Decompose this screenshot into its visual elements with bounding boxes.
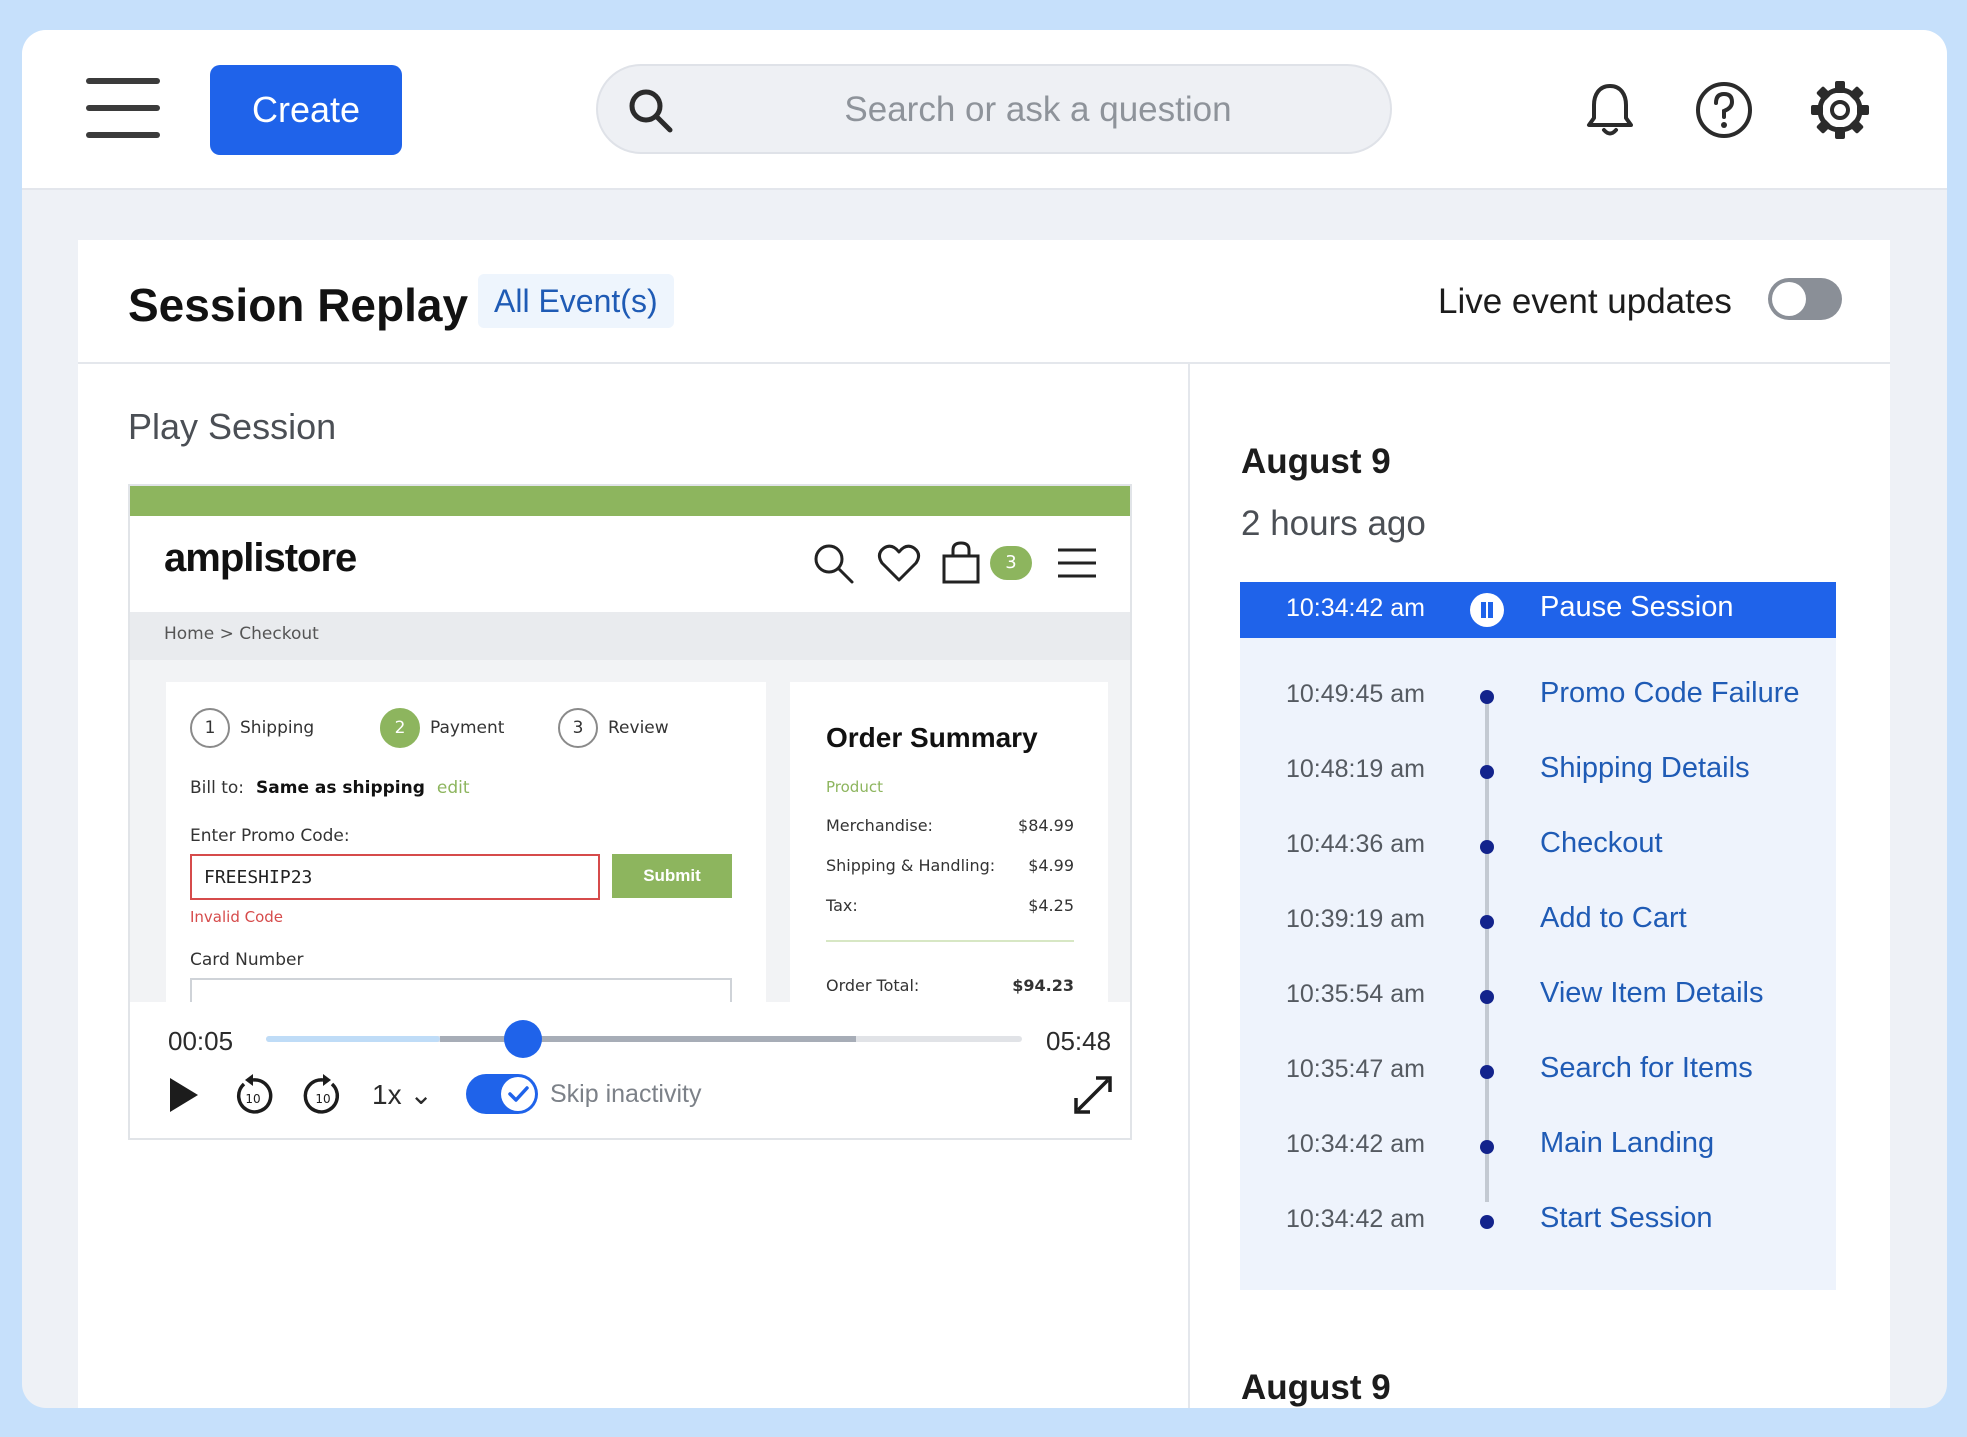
played-range [266,1036,440,1042]
rewind-10-icon[interactable]: 10 [230,1072,276,1118]
timeline-item[interactable]: 10:34:42 am Main Landing [1240,1118,1836,1174]
timeline-item[interactable]: 10:34:42 am Start Session [1240,1193,1836,1249]
search-input[interactable] [718,80,1358,140]
cart-count-badge: 3 [990,546,1032,580]
skip-inactivity-label: Skip inactivity [550,1080,702,1108]
total-time: 05:48 [1046,1026,1112,1056]
timeline-dot-icon [1480,990,1494,1004]
live-updates-toggle[interactable] [1768,278,1842,320]
breadcrumb: Home > Checkout [164,624,319,644]
checkout-panel: 1 Shipping 2 Payment 3 Review Bill to: Same … [166,682,766,1042]
promo-code-label: Enter Promo Code: [190,826,350,846]
session-player: amplistore 3 Home > Checkout 1 Shipping … [128,484,1132,1140]
promo-code-input [190,854,600,900]
page-title: Session Replay [128,279,469,331]
timeline-active-item[interactable]: 10:34:42 am Pause Session [1240,582,1836,638]
promo-submit-button: Submit [612,854,732,898]
order-summary-title: Order Summary [826,722,1038,753]
checkout-step: 2 Payment [380,708,504,748]
pause-icon [1470,593,1504,627]
timeline-item[interactable]: 10:48:19 am Shipping Details [1240,743,1836,799]
play-icon[interactable] [160,1072,206,1118]
checkout-step: 3 Review [558,708,669,748]
seek-handle[interactable] [504,1020,543,1058]
timeline-date: August 9 [1241,442,1391,481]
playback-speed-select[interactable]: 1x ⌄ [372,1078,433,1111]
timeline-item[interactable]: 10:35:47 am Search for Items [1240,1043,1836,1099]
timeline-item[interactable]: 10:49:45 am Promo Code Failure [1240,668,1836,724]
store-breadcrumb-bar: Home > Checkout [130,612,1130,660]
current-time: 00:05 [168,1026,234,1056]
order-summary-panel: Order Summary Product Merchandise: $84.99… [790,682,1108,1042]
store-search-icon [814,544,854,584]
heart-icon [877,544,921,582]
gear-icon[interactable] [1808,78,1872,142]
timeline-dot-icon [1480,915,1494,929]
check-icon [501,1077,535,1111]
invalid-code-error: Invalid Code [190,908,284,926]
play-session-label: Play Session [128,406,337,447]
checkout-view: 1 Shipping 2 Payment 3 Review Bill to: Same … [130,660,1130,1042]
summary-row: Tax: $4.25 [826,896,1074,915]
column-divider [1188,364,1190,1408]
skip-inactivity-toggle[interactable] [466,1074,538,1114]
summary-row: Shipping & Handling: $4.99 [826,856,1074,875]
forward-10-icon[interactable]: 10 [300,1072,346,1118]
summary-row: Merchandise: $84.99 [826,816,1074,835]
card-number-label: Card Number [190,950,304,970]
store-menu-icon [1058,548,1096,578]
store-banner [130,486,1130,516]
timeline-item[interactable]: 10:39:19 am Add to Cart [1240,893,1836,949]
timeline-dot-icon [1480,1215,1494,1229]
create-button[interactable]: Create [210,65,402,155]
player-controls: 00:05 05:48 10 10 1x ⌄ Skip inactivity [130,1002,1130,1138]
shopping-bag-icon [942,541,980,584]
card-header: Session Replay All Event(s) Live event u… [78,240,1890,364]
all-events-tag[interactable]: All Event(s) [478,274,674,328]
svg-text:10: 10 [315,1092,330,1106]
session-replay-card: Session Replay All Event(s) Live event u… [78,240,1890,1408]
fullscreen-icon[interactable] [1070,1072,1116,1118]
timeline-dot-icon [1480,840,1494,854]
search-bar[interactable] [596,64,1392,154]
timeline-dot-icon [1480,690,1494,704]
svg-text:10: 10 [245,1092,260,1106]
order-summary-subtitle: Product [826,778,883,796]
timeline-item[interactable]: 10:35:54 am View Item Details [1240,968,1836,1024]
seek-bar[interactable] [266,1020,1022,1058]
summary-total-row: Order Total: $94.23 [826,976,1074,995]
timeline-dot-icon [1480,1065,1494,1079]
search-icon [629,89,673,133]
timeline-dot-icon [1480,765,1494,779]
bill-to-row: Bill to: Same as shipping edit [190,778,470,798]
app-window: Create Search or ask a question Session … [22,30,1947,1408]
timeline-relative-time: 2 hours ago [1241,504,1426,543]
summary-divider [826,940,1074,942]
event-timeline: 10:34:42 am Pause Session 10:49:45 am Pro… [1240,582,1836,1290]
live-updates-label: Live event updates [1438,282,1732,321]
menu-icon[interactable] [86,78,160,138]
timeline-dot-icon [1480,1140,1494,1154]
timeline-next-date: August 9 [1241,1368,1391,1407]
help-icon[interactable] [1692,78,1756,142]
top-app-bar: Create [22,30,1947,190]
timeline-item[interactable]: 10:44:36 am Checkout [1240,818,1836,874]
bell-icon[interactable] [1578,78,1642,142]
checkout-step: 1 Shipping [190,708,314,748]
store-logo: amplistore [164,536,357,580]
buffered-range [439,1036,856,1042]
